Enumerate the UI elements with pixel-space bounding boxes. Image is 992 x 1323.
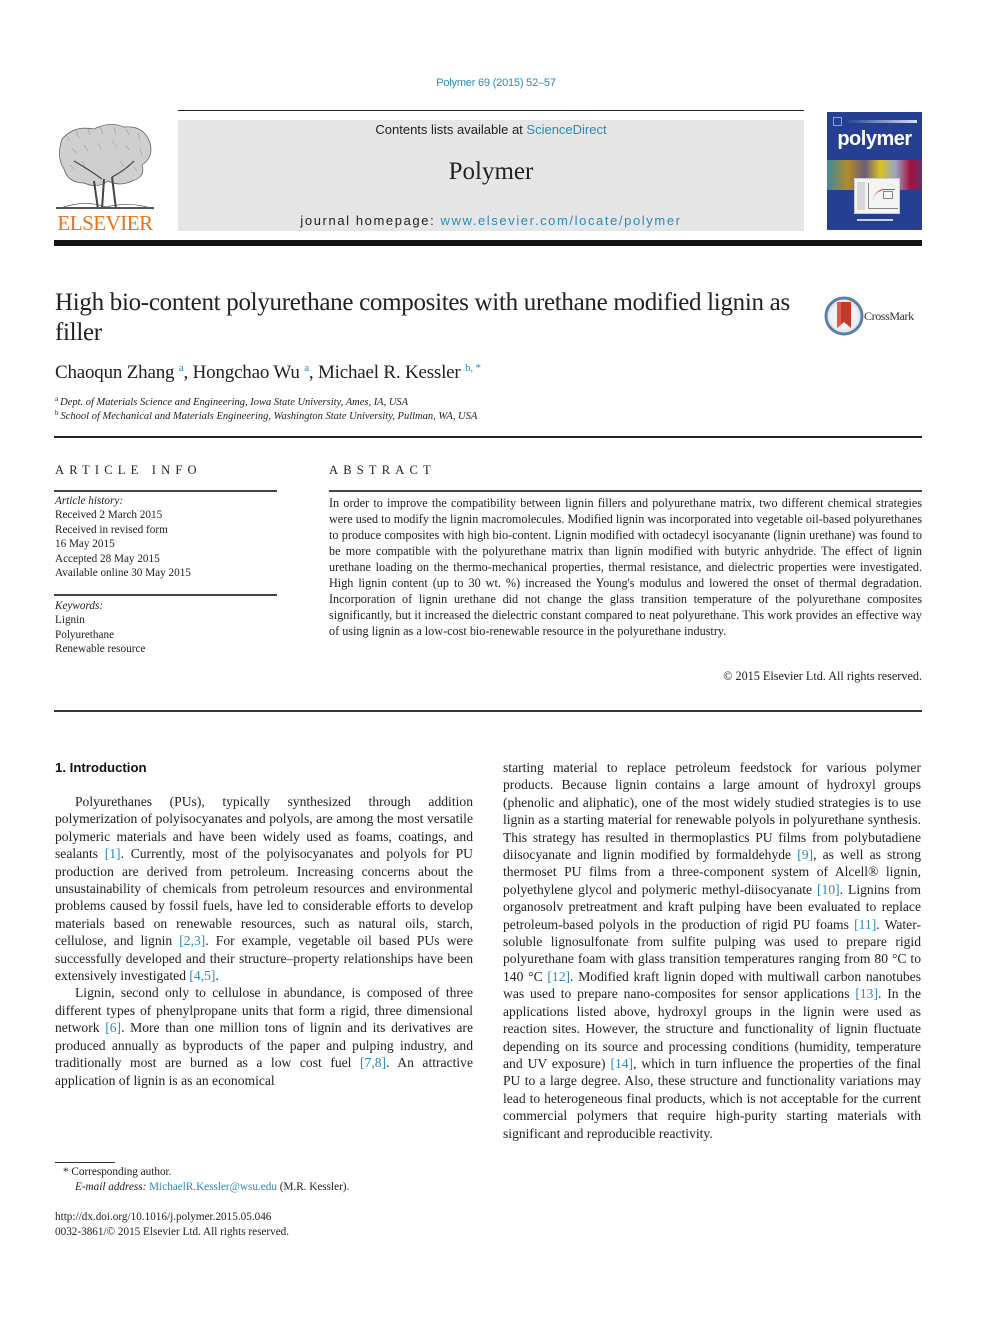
- contents-line: Contents lists available at ScienceDirec…: [178, 122, 804, 137]
- citation-link[interactable]: [2,3]: [179, 933, 205, 948]
- citation-link[interactable]: [10]: [817, 882, 840, 897]
- article-title: High bio-content polyurethane composites…: [55, 289, 790, 346]
- article-history: Article history: Received 2 March 2015 R…: [55, 494, 191, 580]
- paragraph-text: .: [215, 968, 219, 984]
- email-suffix: (M.R. Kessler).: [276, 1181, 350, 1193]
- body-column-left: Polyurethanes (PUs), typically synthesiz…: [55, 793, 473, 1089]
- affiliation-a: a Dept. of Materials Science and Engineer…: [55, 395, 408, 408]
- homepage-line: journal homepage: www.elsevier.com/locat…: [178, 213, 804, 228]
- journal-citation-link[interactable]: Polymer 69 (2015) 52–57: [0, 77, 992, 89]
- article-history-label: Article history:: [55, 495, 124, 507]
- author-affiliation-marker[interactable]: b, *: [465, 362, 481, 374]
- body-paragraph: starting material to replace petroleum f…: [503, 759, 921, 1142]
- cover-figure-thumbnail: [854, 178, 900, 214]
- history-entry: Received in revised form: [55, 523, 168, 536]
- journal-name: Polymer: [448, 158, 534, 185]
- front-matter-end-rule: [54, 710, 922, 712]
- keywords: Keywords: Lignin Polyurethane Renewable …: [55, 599, 145, 657]
- masthead-thick-rule: [54, 240, 922, 246]
- email-footnote: E-mail address: MichaelR.Kessler@wsu.edu…: [75, 1181, 349, 1193]
- contents-prefix: Contents lists available at: [375, 122, 527, 137]
- affiliation-key: a: [55, 395, 59, 403]
- journal-cover-image[interactable]: polymer: [827, 112, 922, 230]
- keywords-rule: [54, 594, 277, 596]
- citation-link[interactable]: [4,5]: [189, 968, 215, 983]
- body-paragraph: Polyurethanes (PUs), typically synthesiz…: [55, 793, 473, 984]
- abstract-copyright: © 2015 Elsevier Ltd. All rights reserved…: [723, 669, 922, 683]
- history-entry: Available online 30 May 2015: [55, 567, 191, 580]
- author-separator: ,: [183, 362, 193, 383]
- doi-link[interactable]: http://dx.doi.org/10.1016/j.polymer.2015…: [55, 1211, 271, 1223]
- article-info-heading: ARTICLE INFO: [55, 463, 202, 477]
- cover-top-band: [845, 120, 917, 123]
- cover-editors-line: [857, 219, 893, 221]
- history-entry: Accepted 28 May 2015: [55, 552, 160, 565]
- cover-publisher-icon: [833, 117, 842, 126]
- citation-link[interactable]: [11]: [854, 917, 876, 932]
- citation-link[interactable]: [1]: [105, 846, 121, 861]
- author-email-link[interactable]: MichaelR.Kessler@wsu.edu: [149, 1181, 277, 1193]
- footnote-rule: [55, 1162, 115, 1163]
- journal-homepage-link[interactable]: www.elsevier.com/locate/polymer: [441, 213, 682, 228]
- keyword: Renewable resource: [55, 643, 146, 656]
- keyword: Polyurethane: [55, 628, 115, 641]
- affiliation-b: b School of Mechanical and Materials Engi…: [55, 409, 477, 422]
- affiliation-key: b: [55, 409, 59, 417]
- abstract-text: In order to improve the compatibility be…: [329, 496, 922, 638]
- keyword: Lignin: [55, 614, 85, 627]
- sciencedirect-link[interactable]: ScienceDirect: [526, 122, 606, 137]
- corresponding-author-note: * Corresponding author.: [63, 1166, 172, 1178]
- header-rule: [178, 110, 804, 111]
- citation-link[interactable]: [14]: [610, 1056, 633, 1071]
- journal-masthead: Contents lists available at ScienceDirec…: [178, 120, 804, 231]
- author-name[interactable]: Chaoqun Zhang: [55, 362, 174, 383]
- affiliation-text: School of Mechanical and Materials Engin…: [60, 411, 478, 422]
- affiliation-text: Dept. of Materials Science and Engineeri…: [60, 397, 409, 408]
- citation-link[interactable]: [12]: [547, 969, 570, 984]
- email-label: E-mail address:: [75, 1181, 150, 1193]
- citation-link[interactable]: [7,8]: [360, 1055, 386, 1070]
- author-name[interactable]: Hongchao Wu: [193, 362, 300, 383]
- body-column-right: starting material to replace petroleum f…: [503, 759, 921, 1142]
- author-list: Chaoqun Zhang a, Hongchao Wu a, Michael …: [55, 362, 481, 384]
- citation-link[interactable]: [9]: [797, 847, 813, 862]
- abstract-rule: [329, 490, 922, 492]
- cover-title: polymer: [837, 128, 912, 150]
- homepage-prefix: journal homepage:: [300, 213, 441, 228]
- citation-link[interactable]: [6]: [105, 1020, 121, 1035]
- history-entry: Received 2 March 2015: [55, 509, 163, 522]
- body-paragraph: Lignin, second only to cellulose in abun…: [55, 984, 473, 1088]
- author-name[interactable]: Michael R. Kessler: [318, 362, 461, 383]
- crossmark-label[interactable]: CrossMark: [864, 309, 914, 324]
- history-entry: 16 May 2015: [55, 538, 115, 551]
- keywords-label: Keywords:: [55, 600, 104, 612]
- issn-copyright: 0032-3861/© 2015 Elsevier Ltd. All right…: [55, 1226, 290, 1238]
- section-heading-introduction: 1. Introduction: [55, 760, 147, 775]
- abstract-heading: ABSTRACT: [329, 463, 436, 477]
- title-section-rule: [54, 436, 922, 438]
- article-info-rule: [54, 490, 277, 492]
- author-separator: ,: [308, 362, 318, 383]
- elsevier-wordmark[interactable]: ELSEVIER: [54, 211, 156, 235]
- citation-link[interactable]: [13]: [855, 986, 878, 1001]
